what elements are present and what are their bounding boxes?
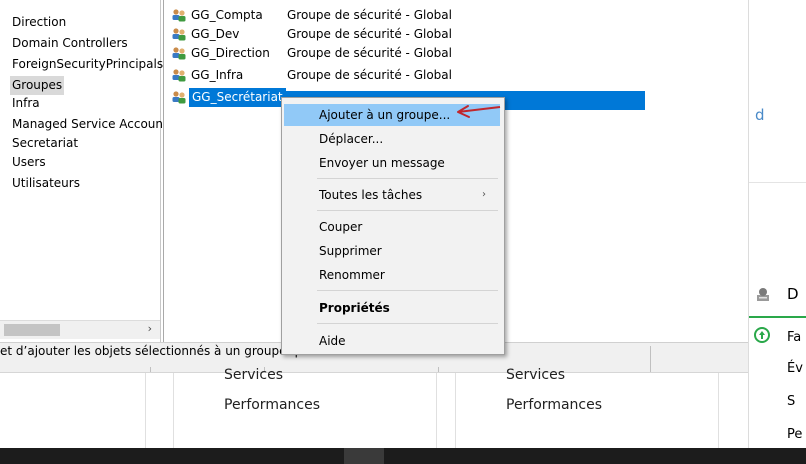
menu-item-label: Supprimer bbox=[319, 244, 382, 258]
group-name: GG_Compta bbox=[191, 8, 263, 22]
divider bbox=[436, 373, 437, 449]
tree-item-domain-controllers[interactable]: Domain Controllers bbox=[12, 34, 128, 53]
divider bbox=[749, 182, 806, 183]
group-name: GG_Secrétariat bbox=[189, 88, 286, 107]
menu-item-cut[interactable]: Couper bbox=[284, 216, 500, 238]
divider bbox=[455, 373, 456, 449]
menu-separator bbox=[317, 178, 498, 179]
tree-item-secretariat[interactable]: Secretariat bbox=[12, 134, 78, 153]
services-link[interactable]: Services bbox=[224, 367, 283, 383]
tree-item-utilisateurs[interactable]: Utilisateurs bbox=[12, 174, 80, 193]
taskbar-strip bbox=[0, 448, 806, 464]
context-menu: Ajouter à un groupe... Déplacer... Envoy… bbox=[281, 97, 505, 355]
menu-item-move[interactable]: Déplacer... bbox=[284, 128, 500, 150]
menu-item-label: Propriétés bbox=[319, 301, 390, 315]
group-type: Groupe de sécurité - Global bbox=[287, 68, 452, 82]
submenu-arrow-icon: › bbox=[482, 189, 486, 200]
menu-separator bbox=[317, 210, 498, 211]
group-name: GG_Dev bbox=[191, 27, 240, 41]
group-icon bbox=[172, 9, 186, 22]
dashboard-strip: Services Performances Services Performan… bbox=[0, 367, 748, 449]
menu-item-label: Renommer bbox=[319, 268, 385, 282]
menu-item-label: Aide bbox=[319, 334, 346, 348]
tree-item-users[interactable]: Users bbox=[12, 153, 46, 172]
menu-item-label: Déplacer... bbox=[319, 132, 384, 146]
status-green-line bbox=[749, 316, 806, 318]
menu-item-properties[interactable]: Propriétés bbox=[284, 297, 500, 319]
right-heading-fragment: D bbox=[787, 285, 799, 303]
right-panel: d D Fa Év S Pe bbox=[748, 0, 806, 464]
divider bbox=[173, 373, 174, 449]
divider bbox=[145, 373, 146, 449]
menu-item-label: Toutes les tâches bbox=[319, 188, 423, 202]
divider bbox=[650, 346, 651, 372]
right-line-1: Fa bbox=[787, 330, 802, 345]
taskbar-highlight bbox=[344, 448, 384, 464]
menu-item-label: Couper bbox=[319, 220, 363, 234]
group-type: Groupe de sécurité - Global bbox=[287, 8, 452, 22]
server-icon bbox=[755, 286, 771, 302]
performances-link[interactable]: Performances bbox=[506, 397, 602, 413]
menu-item-rename[interactable]: Renommer bbox=[284, 264, 500, 286]
services-link[interactable]: Services bbox=[506, 367, 565, 383]
tree-item-infra[interactable]: Infra bbox=[12, 94, 40, 113]
right-line-2: Év bbox=[787, 361, 803, 376]
tree-item-managed-service-accounts[interactable]: Managed Service Accoun bbox=[12, 115, 163, 134]
menu-item-delete[interactable]: Supprimer bbox=[284, 240, 500, 262]
right-line-3: S bbox=[787, 394, 796, 409]
group-icon bbox=[172, 28, 186, 41]
tree-item-direction[interactable]: Direction bbox=[12, 13, 66, 32]
menu-item-label: Envoyer un message bbox=[319, 156, 445, 170]
tree-pane: Direction Domain Controllers ForeignSecu… bbox=[0, 0, 163, 342]
menu-separator bbox=[317, 323, 498, 324]
annotation-arrow-icon bbox=[457, 105, 501, 118]
tree-horizontal-scrollbar[interactable]: › bbox=[0, 320, 160, 339]
menu-separator bbox=[317, 290, 498, 291]
menu-item-send-message[interactable]: Envoyer un message bbox=[284, 152, 500, 174]
menu-item-label: Ajouter à un groupe... bbox=[319, 108, 451, 122]
group-type: Groupe de sécurité - Global bbox=[287, 27, 452, 41]
right-link-fragment[interactable]: d bbox=[755, 106, 765, 124]
menu-item-help[interactable]: Aide bbox=[284, 330, 500, 352]
group-icon bbox=[172, 47, 186, 60]
group-icon bbox=[172, 91, 186, 104]
tree-item-foreign-security-principals[interactable]: ForeignSecurityPrincipals bbox=[12, 55, 163, 74]
performances-link[interactable]: Performances bbox=[224, 397, 320, 413]
divider bbox=[718, 373, 719, 449]
group-icon bbox=[172, 69, 186, 82]
scrollbar-thumb[interactable] bbox=[4, 324, 60, 336]
group-name: GG_Direction bbox=[191, 46, 270, 60]
right-line-4: Pe bbox=[787, 427, 803, 442]
group-type: Groupe de sécurité - Global bbox=[287, 46, 452, 60]
menu-item-all-tasks[interactable]: Toutes les tâches › bbox=[284, 184, 500, 206]
tree-item-groupes[interactable]: Groupes bbox=[10, 76, 65, 95]
up-arrow-icon bbox=[754, 327, 770, 343]
scroll-right-icon[interactable]: › bbox=[148, 322, 152, 335]
group-name: GG_Infra bbox=[191, 68, 244, 82]
